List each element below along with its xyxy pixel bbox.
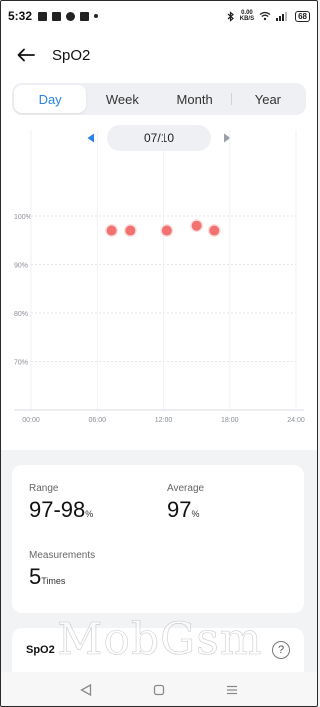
data-point — [209, 225, 220, 236]
stats-card: Range 97-98% Average 97% Measurements 5T… — [12, 465, 304, 613]
nav-home-button[interactable] — [147, 678, 171, 702]
nav-back-button[interactable] — [74, 678, 98, 702]
status-bar: 5:32 0.00 KB/S 68 — [0, 0, 318, 32]
range-stat: Range 97-98% — [29, 483, 93, 523]
measurements-label: Measurements — [29, 550, 96, 561]
notification-icons — [38, 11, 99, 21]
average-stat: Average 97% — [167, 483, 204, 523]
range-unit: % — [85, 509, 94, 519]
average-value-row: 97% — [167, 497, 204, 523]
average-value: 97 — [167, 497, 192, 522]
square-home-icon — [153, 684, 165, 695]
data-point — [125, 225, 136, 236]
y-tick-label: 70% — [14, 360, 28, 367]
info-card-title: SpO2 — [26, 644, 55, 656]
notification-app-icon — [52, 11, 62, 21]
triangle-back-icon — [80, 683, 92, 696]
range-value: 97-98 — [29, 497, 86, 522]
signal-icon — [276, 12, 288, 21]
average-unit: % — [191, 509, 200, 519]
wifi-icon — [259, 11, 271, 21]
x-tick-label: 12:00 — [155, 417, 173, 424]
measurements-value-row: 5Times — [29, 564, 95, 590]
y-tick-label: 100% — [14, 214, 32, 221]
system-nav-bar — [0, 672, 318, 707]
period-tabs: Day Week Month Year — [12, 83, 306, 115]
bluetooth-icon — [227, 10, 234, 22]
status-right: 0.00 KB/S 68 — [227, 10, 310, 22]
more-notifications-dot-icon — [94, 14, 99, 18]
back-button[interactable] — [14, 43, 38, 67]
x-tick-label: 06:00 — [88, 417, 106, 424]
help-icon[interactable]: ? — [272, 641, 290, 659]
tab-month[interactable]: Month — [159, 85, 231, 113]
status-time: 5:32 — [8, 9, 33, 23]
data-point — [191, 220, 202, 231]
network-speed-unit: KB/S — [239, 16, 255, 22]
measurements-stat: Measurements 5Times — [29, 550, 95, 590]
y-tick-label: 80% — [14, 311, 28, 318]
app-bar: SpO2 — [0, 32, 318, 78]
notification-app-icon — [80, 11, 90, 21]
network-speed: 0.00 KB/S — [240, 10, 254, 22]
x-tick-label: 00:00 — [22, 417, 40, 424]
x-tick-label: 18:00 — [221, 417, 239, 424]
tab-week[interactable]: Week — [86, 85, 158, 113]
tab-day[interactable]: Day — [14, 85, 87, 113]
notification-app-icon — [66, 11, 76, 21]
spo2-scatter-chart: 100% 90% 80% 70% 00:00 06:00 12:00 18:00 24:00 — [14, 130, 305, 424]
data-point — [106, 225, 117, 236]
arrow-left-icon — [17, 48, 35, 62]
battery-indicator: 68 — [295, 10, 310, 22]
notification-app-icon — [38, 11, 48, 21]
measurements-value: 5 — [29, 564, 42, 589]
nav-menu-button[interactable] — [220, 678, 244, 702]
range-value-row: 97-98% — [29, 497, 93, 523]
average-label: Average — [167, 483, 205, 494]
data-point — [161, 225, 172, 236]
y-tick-label: 90% — [14, 263, 28, 270]
menu-lines-icon — [226, 685, 237, 694]
range-label: Range — [29, 483, 59, 494]
measurements-unit: Times — [41, 576, 66, 586]
page-title: SpO2 — [52, 46, 91, 64]
tab-year[interactable]: Year — [232, 85, 304, 113]
spo2-info-card[interactable]: SpO2 ? — [12, 628, 304, 672]
x-tick-label: 24:00 — [287, 417, 305, 424]
